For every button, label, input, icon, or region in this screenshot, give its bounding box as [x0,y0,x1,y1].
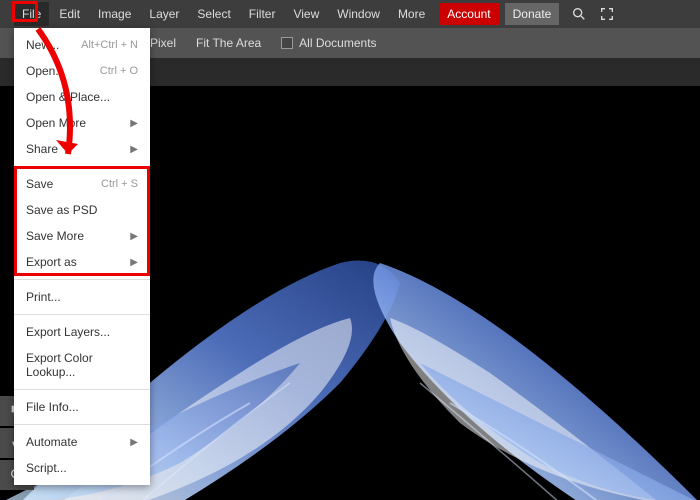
dropdown-item-label: Print... [26,290,61,304]
pixel-label: Pixel [150,36,176,50]
dropdown-item-save-more[interactable]: Save More ▶ [14,223,150,249]
dropdown-item-shortcut: Ctrl + S [101,178,138,190]
dropdown-item-label: Automate [26,435,77,449]
fullscreen-icon[interactable] [599,6,615,22]
chevron-right-icon: ▶ [130,257,138,268]
dropdown-item-share[interactable]: Share ▶ [14,136,150,162]
menu-window[interactable]: Window [329,2,388,26]
menubar: File Edit Image Layer Select Filter View… [0,0,700,28]
dropdown-item-new[interactable]: New... Alt+Ctrl + N [14,32,150,58]
menu-select[interactable]: Select [189,2,238,26]
dropdown-item-open-place[interactable]: Open & Place... [14,84,150,110]
dropdown-item-label: Export Color Lookup... [26,351,138,379]
chevron-right-icon: ▶ [130,118,138,129]
menu-edit[interactable]: Edit [51,2,88,26]
dropdown-separator [14,279,150,280]
dropdown-item-script[interactable]: Script... [14,455,150,481]
dropdown-item-label: Open... [26,64,65,78]
dropdown-separator [14,166,150,167]
file-dropdown: New... Alt+Ctrl + N Open... Ctrl + O Open & … [14,28,150,485]
menu-more[interactable]: More [390,2,433,26]
dropdown-item-label: Open More [26,116,86,130]
menu-layer[interactable]: Layer [141,2,187,26]
dropdown-item-save[interactable]: Save Ctrl + S [14,171,150,197]
chevron-right-icon: ▶ [130,144,138,155]
menu-filter[interactable]: Filter [241,2,284,26]
chevron-right-icon: ▶ [130,437,138,448]
dropdown-item-label: Export as [26,255,77,269]
dropdown-item-label: File Info... [26,400,79,414]
checkbox-icon [281,37,293,49]
dropdown-item-label: Open & Place... [26,90,110,104]
dropdown-item-label: Save as PSD [26,203,97,217]
fit-area-label[interactable]: Fit The Area [196,36,261,50]
dropdown-separator [14,314,150,315]
search-icon[interactable] [571,6,587,22]
dropdown-item-print[interactable]: Print... [14,284,150,310]
dropdown-item-export-color-lookup[interactable]: Export Color Lookup... [14,345,150,385]
dropdown-item-label: Save More [26,229,84,243]
menu-image[interactable]: Image [90,2,139,26]
dropdown-separator [14,424,150,425]
menu-view[interactable]: View [285,2,327,26]
dropdown-item-label: Script... [26,461,67,475]
dropdown-item-file-info[interactable]: File Info... [14,394,150,420]
dropdown-item-label: New... [26,38,59,52]
dropdown-item-label: Export Layers... [26,325,110,339]
dropdown-item-export-as[interactable]: Export as ▶ [14,249,150,275]
dropdown-item-shortcut: Ctrl + O [100,65,138,77]
chevron-right-icon: ▶ [130,231,138,242]
dropdown-item-automate[interactable]: Automate ▶ [14,429,150,455]
all-documents-label: All Documents [299,36,376,50]
dropdown-item-shortcut: Alt+Ctrl + N [81,39,138,51]
dropdown-item-label: Save [26,177,53,191]
dropdown-item-open[interactable]: Open... Ctrl + O [14,58,150,84]
dropdown-item-open-more[interactable]: Open More ▶ [14,110,150,136]
dropdown-item-label: Share [26,142,58,156]
dropdown-separator [14,389,150,390]
menu-file[interactable]: File [14,2,49,26]
dropdown-item-export-layers[interactable]: Export Layers... [14,319,150,345]
all-documents-checkbox[interactable]: All Documents [281,36,376,50]
account-button[interactable]: Account [439,3,498,25]
dropdown-item-save-as-psd[interactable]: Save as PSD [14,197,150,223]
donate-button[interactable]: Donate [505,3,560,25]
